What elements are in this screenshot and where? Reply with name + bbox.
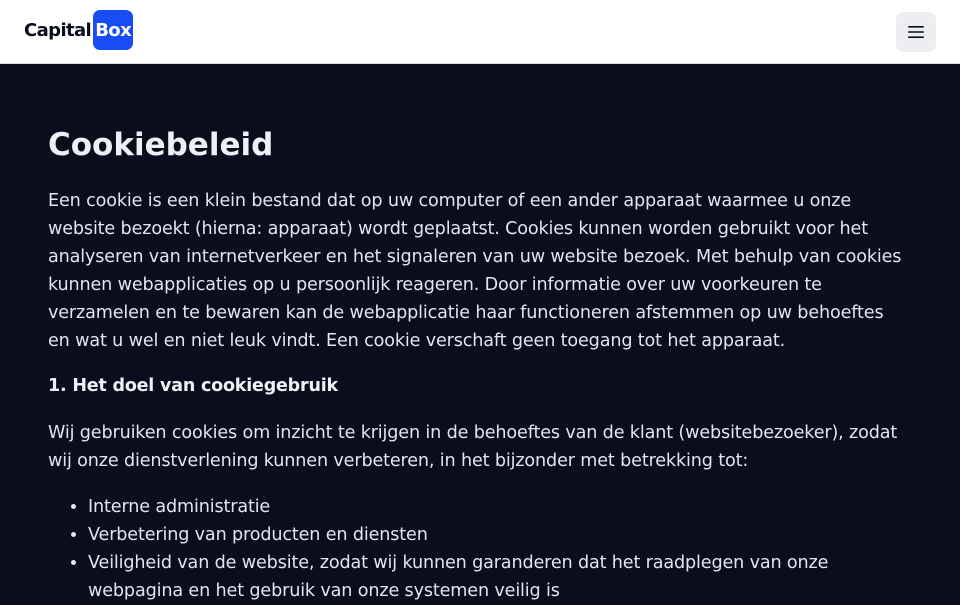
list-item: Veiligheid van de website, zodat wij kun… bbox=[88, 549, 908, 605]
list-item: Verbetering van producten en diensten bbox=[88, 521, 908, 549]
page-title: Cookiebeleid bbox=[48, 127, 274, 163]
logo-text-capital: Capital bbox=[24, 19, 92, 41]
intro-paragraph: Een cookie is een klein bestand dat op u… bbox=[48, 191, 902, 351]
list-item: Interne administratie bbox=[88, 493, 908, 521]
menu-button[interactable] bbox=[896, 12, 936, 52]
logo-text-box: Box bbox=[93, 10, 134, 50]
hamburger-menu-icon bbox=[907, 25, 925, 39]
section-heading-purpose: 1. Het doel van cookiegebruik bbox=[48, 376, 338, 396]
purpose-list: Interne administratie Verbetering van pr… bbox=[48, 493, 908, 605]
section-paragraph-purpose: Wij gebruiken cookies om inzicht te krij… bbox=[48, 423, 898, 471]
capitalbox-logo[interactable]: Capital Box bbox=[24, 10, 134, 50]
site-header: Capital Box bbox=[0, 0, 960, 64]
